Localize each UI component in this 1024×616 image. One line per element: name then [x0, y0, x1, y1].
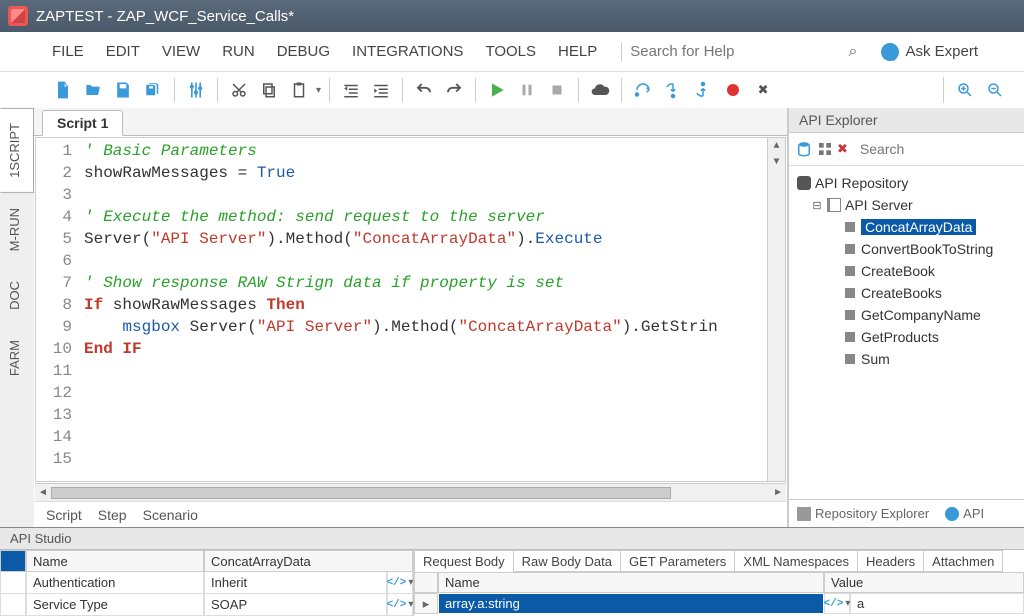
zoom-in-icon[interactable] — [952, 77, 978, 103]
ask-expert-label: Ask Expert — [905, 43, 978, 60]
prop-value-header: ConcatArrayData — [204, 550, 413, 572]
code-content[interactable]: ' Basic ParametersshowRawMessages = True… — [78, 138, 767, 481]
tab-scenario[interactable]: Scenario — [143, 507, 198, 523]
api-studio-title: API Studio — [0, 528, 1024, 550]
zoom-out-icon[interactable] — [982, 77, 1008, 103]
outdent-icon[interactable] — [338, 77, 364, 103]
cut-icon[interactable] — [226, 77, 252, 103]
tree-item[interactable]: ConcatArrayData — [793, 216, 1020, 238]
delete-breakpoint-icon[interactable]: ✖ — [750, 77, 776, 103]
menu-run[interactable]: RUN — [220, 39, 257, 64]
request-tab[interactable]: GET Parameters — [621, 550, 735, 572]
menu-integrations[interactable]: INTEGRATIONS — [350, 39, 465, 64]
menu-view[interactable]: VIEW — [160, 39, 202, 64]
app-logo-icon — [8, 6, 28, 26]
db-view-icon[interactable] — [795, 137, 813, 161]
titlebar: ZAPTEST - ZAP_WCF_Service_Calls* — [0, 0, 1024, 32]
tree-item[interactable]: GetCompanyName — [793, 304, 1020, 326]
tree-item[interactable]: Sum — [793, 348, 1020, 370]
side-tab-doc[interactable]: DOC — [0, 266, 34, 325]
tab-api[interactable]: API — [937, 502, 992, 525]
grid-view-icon[interactable] — [817, 137, 833, 161]
code-editor[interactable]: 123456789101112131415 ' Basic Parameters… — [35, 137, 786, 482]
menu-edit[interactable]: EDIT — [104, 39, 142, 64]
request-tab[interactable]: Raw Body Data — [514, 550, 621, 572]
param-row[interactable]: ▸ array.a:string </>▾ a — [414, 593, 1024, 614]
chat-bubble-icon — [881, 43, 899, 61]
vertical-scrollbar[interactable]: ▲ ▼ — [767, 138, 785, 481]
api-tree: API Repository⊟API ServerConcatArrayData… — [789, 166, 1024, 499]
open-file-icon[interactable] — [80, 77, 106, 103]
property-row[interactable]: AuthenticationInherit</>▾ — [0, 572, 413, 594]
param-value-cell[interactable]: a — [850, 593, 1024, 614]
api-icon — [945, 507, 959, 521]
scroll-up-icon[interactable]: ▲ — [768, 138, 785, 154]
tab-repository-explorer[interactable]: Repository Explorer — [789, 502, 937, 525]
paste-dropdown-icon[interactable]: ▾ — [316, 85, 321, 96]
tab-step[interactable]: Step — [98, 507, 127, 523]
side-tab-farm[interactable]: FARM — [0, 325, 34, 391]
request-tab[interactable]: Headers — [858, 550, 924, 572]
tree-item[interactable]: ⊟API Server — [793, 194, 1020, 216]
help-search-input[interactable] — [630, 43, 770, 60]
request-tab[interactable]: Request Body — [414, 550, 514, 572]
prop-name-header: Name — [26, 550, 204, 572]
menu-tools[interactable]: TOOLS — [483, 39, 538, 64]
side-tab-mrun[interactable]: M-RUN — [0, 193, 34, 266]
menubar: FILE EDIT VIEW RUN DEBUG INTEGRATIONS TO… — [0, 32, 1024, 72]
param-row-header — [414, 572, 438, 593]
paste-icon[interactable] — [286, 77, 312, 103]
editor-bottom-tabs: Script Step Scenario — [34, 501, 787, 527]
tree-item[interactable]: API Repository — [793, 172, 1020, 194]
cloud-icon[interactable] — [587, 77, 613, 103]
tree-item[interactable]: GetProducts — [793, 326, 1020, 348]
row-selector-header[interactable] — [0, 550, 26, 572]
tree-item[interactable]: CreateBooks — [793, 282, 1020, 304]
side-tab-bar: 1SCRIPT M-RUN DOC FARM — [0, 108, 34, 527]
explorer-search-input[interactable] — [860, 141, 1024, 157]
pause-icon[interactable] — [514, 77, 540, 103]
param-name-cell[interactable]: array.a:string — [438, 593, 824, 614]
search-icon[interactable]: ⌕ — [849, 43, 858, 61]
delete-icon[interactable]: ✖ — [837, 137, 848, 161]
menu-file[interactable]: FILE — [50, 39, 86, 64]
step-into-icon[interactable] — [660, 77, 686, 103]
indent-icon[interactable] — [368, 77, 394, 103]
tree-item[interactable]: ConvertBookToString — [793, 238, 1020, 260]
horizontal-scrollbar[interactable] — [35, 483, 786, 501]
stop-icon[interactable] — [544, 77, 570, 103]
request-tab[interactable]: Attachmen — [924, 550, 1003, 572]
step-out-icon[interactable] — [690, 77, 716, 103]
side-tab-1script[interactable]: 1SCRIPT — [0, 108, 34, 193]
main-toolbar: ▾ ✖ — [0, 72, 1024, 108]
menu-help[interactable]: HELP — [556, 39, 599, 64]
settings-sliders-icon[interactable] — [183, 77, 209, 103]
copy-icon[interactable] — [256, 77, 282, 103]
request-tabs: Request BodyRaw Body DataGET ParametersX… — [414, 550, 1024, 572]
param-value-header: Value — [824, 572, 1024, 593]
menu-debug[interactable]: DEBUG — [275, 39, 332, 64]
param-name-header: Name — [438, 572, 824, 593]
scroll-down-icon[interactable]: ▼ — [768, 154, 785, 170]
undo-icon[interactable] — [411, 77, 437, 103]
save-icon[interactable] — [110, 77, 136, 103]
api-explorer-title: API Explorer — [789, 108, 1024, 133]
tree-item[interactable]: CreateBook — [793, 260, 1020, 282]
app-title: ZAPTEST - ZAP_WCF_Service_Calls* — [36, 8, 294, 25]
ask-expert-button[interactable]: Ask Expert — [875, 43, 984, 61]
breakpoint-icon[interactable] — [720, 77, 746, 103]
save-all-icon[interactable] — [140, 77, 166, 103]
api-properties-grid: Name ConcatArrayData AuthenticationInher… — [0, 550, 414, 616]
request-tab[interactable]: XML Namespaces — [735, 550, 858, 572]
script-tab[interactable]: Script 1 — [42, 110, 123, 136]
param-edit-button[interactable]: </>▾ — [824, 593, 850, 614]
row-indicator-icon: ▸ — [414, 593, 438, 614]
new-file-icon[interactable] — [50, 77, 76, 103]
tab-script[interactable]: Script — [46, 507, 82, 523]
folder-icon — [797, 507, 811, 521]
line-number-gutter: 123456789101112131415 — [36, 138, 78, 481]
play-icon[interactable] — [484, 77, 510, 103]
step-over-icon[interactable] — [630, 77, 656, 103]
redo-icon[interactable] — [441, 77, 467, 103]
